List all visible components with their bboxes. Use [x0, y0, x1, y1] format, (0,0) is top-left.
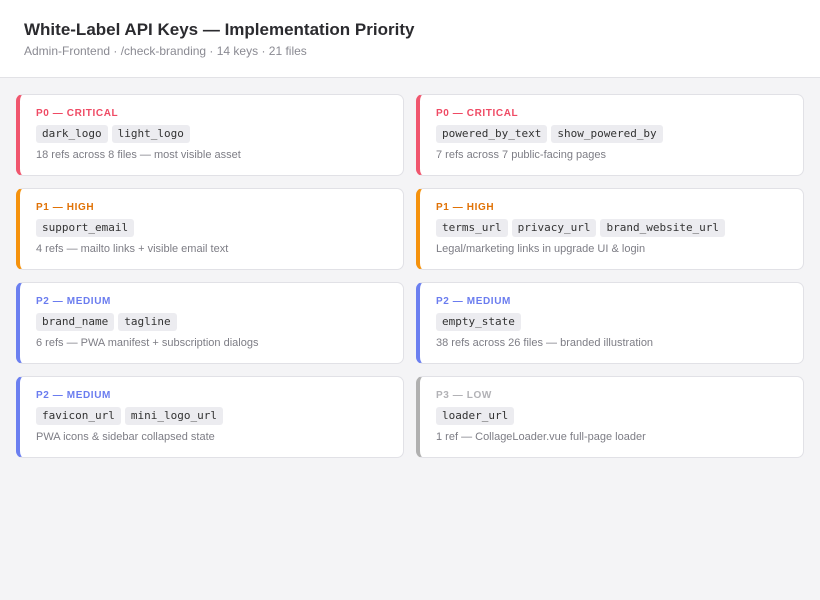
key-tag: favicon_url: [36, 407, 121, 425]
key-list: favicon_url mini_logo_url: [36, 407, 387, 425]
key-tag: tagline: [118, 313, 177, 331]
priority-card: P0 — CRITICAL powered_by_text show_power…: [416, 94, 804, 176]
key-tag: mini_logo_url: [124, 407, 223, 425]
card-description: 38 refs across 26 files — branded illust…: [436, 337, 654, 349]
priority-level: P1 — HIGH: [36, 202, 95, 213]
key-tag: privacy_url: [511, 219, 597, 237]
priority-level: P2 — MEDIUM: [36, 390, 111, 401]
page-title: White-Label API Keys — Implementation Pr…: [24, 20, 415, 39]
key-list: brand_name tagline: [36, 313, 387, 331]
key-list: empty_state: [436, 313, 787, 331]
page-subtitle: Admin-Frontend · /check-branding · 14 ke…: [24, 44, 307, 58]
key-tag: support_email: [36, 219, 135, 237]
priority-level: P0 — CRITICAL: [36, 108, 119, 119]
card-description: 6 refs — PWA manifest + subscription dia…: [36, 337, 259, 349]
priority-level: P0 — CRITICAL: [436, 108, 519, 119]
priority-card: P1 — HIGH terms_url privacy_url brand_we…: [416, 188, 804, 270]
priority-level: P3 — LOW: [436, 390, 492, 401]
key-tag: terms_url: [436, 219, 508, 237]
card-description: 18 refs across 8 files — most visible as…: [36, 149, 241, 161]
priority-level: P2 — MEDIUM: [436, 296, 511, 307]
key-list: terms_url privacy_url brand_website_url: [436, 219, 787, 237]
priority-level: P1 — HIGH: [436, 202, 495, 213]
key-tag: brand_website_url: [600, 219, 726, 237]
priority-card: P2 — MEDIUM brand_name tagline 6 refs — …: [16, 282, 404, 364]
key-tag: brand_name: [36, 313, 115, 331]
key-tag: show_powered_by: [551, 125, 663, 143]
key-list: loader_url: [436, 407, 787, 425]
card-description: 1 ref — CollageLoader.vue full-page load…: [436, 431, 646, 443]
card-description: Legal/marketing links in upgrade UI & lo…: [436, 243, 646, 255]
page-header: White-Label API Keys — Implementation Pr…: [0, 0, 820, 78]
key-tag: empty_state: [436, 313, 521, 331]
priority-card: P2 — MEDIUM favicon_url mini_logo_url PW…: [16, 376, 404, 458]
priority-card: P1 — HIGH support_email 4 refs — mailto …: [16, 188, 404, 270]
priority-card: P3 — LOW loader_url 1 ref — CollageLoade…: [416, 376, 804, 458]
priority-grid: P0 — CRITICAL dark_logo light_logo 18 re…: [0, 78, 820, 458]
key-list: support_email: [36, 219, 387, 237]
key-list: powered_by_text show_powered_by: [436, 125, 787, 143]
key-tag: loader_url: [436, 407, 515, 425]
priority-card: P0 — CRITICAL dark_logo light_logo 18 re…: [16, 94, 404, 176]
card-description: PWA icons & sidebar collapsed state: [36, 431, 215, 443]
card-description: 7 refs across 7 public-facing pages: [436, 149, 606, 161]
card-description: 4 refs — mailto links + visible email te…: [36, 243, 229, 255]
priority-card: P2 — MEDIUM empty_state 38 refs across 2…: [416, 282, 804, 364]
priority-level: P2 — MEDIUM: [36, 296, 111, 307]
key-list: dark_logo light_logo: [36, 125, 387, 143]
key-tag: light_logo: [111, 125, 190, 143]
key-tag: dark_logo: [36, 125, 108, 143]
key-tag: powered_by_text: [436, 125, 548, 143]
